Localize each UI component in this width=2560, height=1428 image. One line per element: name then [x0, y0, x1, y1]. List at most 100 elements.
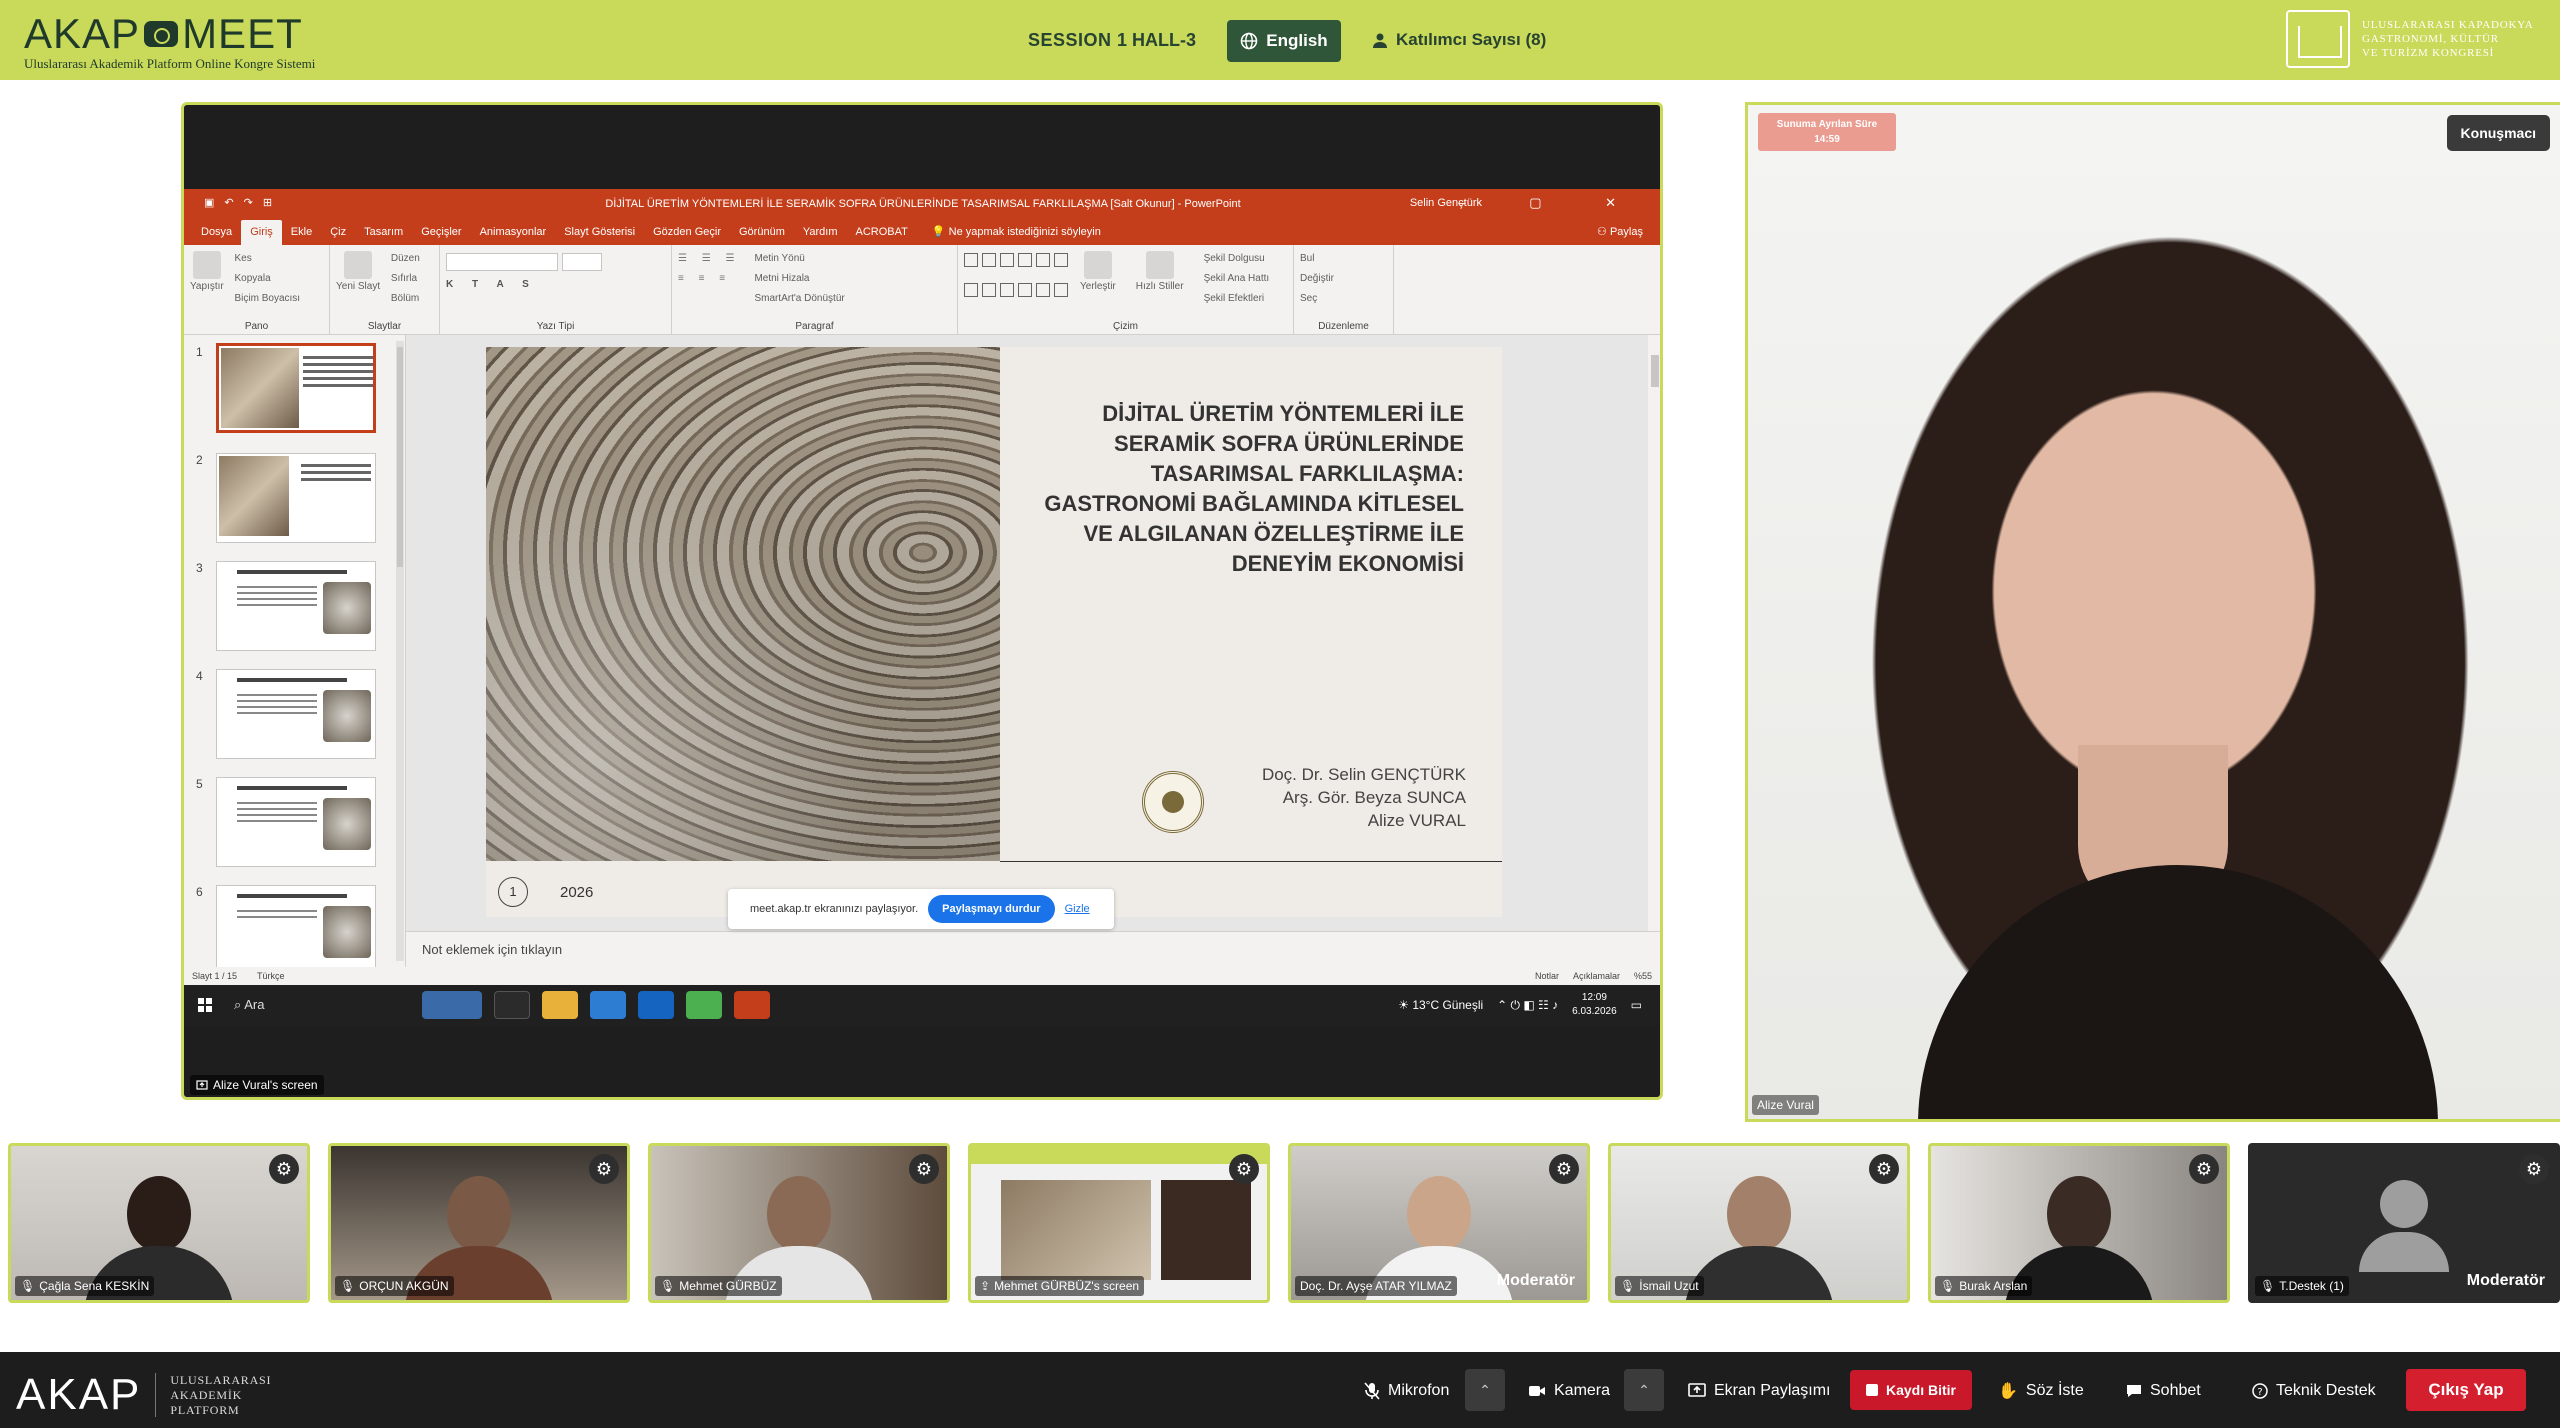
tab-ciz[interactable]: Çiz	[321, 226, 355, 245]
camera-options-chevron-icon[interactable]: ⌃	[1624, 1369, 1664, 1411]
shape-fill-button[interactable]: Şekil Dolgusu	[1204, 249, 1270, 269]
tab-slayt-gosterisi[interactable]: Slayt Gösterisi	[555, 226, 644, 245]
gear-icon[interactable]: ⚙	[1869, 1154, 1899, 1184]
tab-gorunum[interactable]: Görünüm	[730, 226, 794, 245]
arrange-button[interactable]: Yerleştir	[1080, 249, 1116, 309]
slide-thumbnail[interactable]	[216, 561, 376, 651]
proofing-language[interactable]: Türkçe	[257, 971, 285, 981]
zoom-level[interactable]: %55	[1634, 971, 1652, 981]
mic-options-chevron-icon[interactable]: ⌃	[1465, 1369, 1505, 1411]
chrome-icon[interactable]	[686, 991, 722, 1019]
shape-outline-button[interactable]: Şekil Ana Hattı	[1204, 269, 1270, 289]
slide-thumbnail[interactable]	[216, 343, 376, 433]
ppt-share-button[interactable]: ⚇ Paylaş	[1588, 225, 1652, 245]
participant-tile[interactable]: ⚙ 🎙 Mehmet GÜRBÜZ	[648, 1143, 950, 1303]
quick-access-icons[interactable]: ▣↶↷⊞	[204, 196, 282, 209]
gear-icon[interactable]: ⚙	[1549, 1154, 1579, 1184]
screen-share-panel[interactable]: ▣↶↷⊞ DİJİTAL ÜRETİM YÖNTEMLERİ İLE SERAM…	[181, 102, 1663, 1100]
gear-icon[interactable]: ⚙	[589, 1154, 619, 1184]
weather-widget[interactable]: ☀ 13°C Güneşli	[1398, 998, 1483, 1012]
tab-yardim[interactable]: Yardım	[794, 226, 847, 245]
tray-icons[interactable]: ⌃ ⏻ ◧ ☷ ♪	[1497, 998, 1558, 1013]
language-button[interactable]: English	[1227, 20, 1341, 62]
font-size-box[interactable]	[562, 253, 602, 271]
taskbar-search[interactable]: ⌕ Ara	[226, 997, 416, 1013]
slide-scrollbar[interactable]	[1648, 335, 1660, 967]
window-controls[interactable]: – ▢ ✕	[1458, 195, 1646, 211]
tech-support-button[interactable]: ? Teknik Destek	[2252, 1371, 2376, 1411]
participant-tile[interactable]: ⚙ 🎙 İsmail Uzut	[1608, 1143, 1910, 1303]
participant-tile[interactable]: ⚙ 🎙 Burak Arslan	[1928, 1143, 2230, 1303]
smartart-button[interactable]: SmartArt'a Dönüştür	[754, 289, 844, 309]
stop-sharing-button[interactable]: Paylaşmayı durdur	[928, 895, 1055, 923]
notification-icon[interactable]: ▭	[1631, 998, 1642, 1012]
stop-recording-button[interactable]: Kaydı Bitir	[1850, 1370, 1972, 1410]
participant-count[interactable]: Katılımcı Sayısı (8)	[1372, 30, 1546, 50]
slide-thumbnail[interactable]	[216, 453, 376, 543]
gear-icon[interactable]: ⚙	[269, 1154, 299, 1184]
hide-notice-link[interactable]: Gizle	[1065, 903, 1090, 915]
slide-thumbnail-pane[interactable]: 1 2 3 4 5 6	[184, 335, 406, 967]
tab-ekle[interactable]: Ekle	[282, 226, 321, 245]
screen-share-button[interactable]: Ekran Paylaşımı	[1688, 1371, 1830, 1411]
speaker-video[interactable]: Sunuma Ayrılan Süre 14:59 Konuşmacı Aliz…	[1745, 102, 2560, 1122]
tell-me-search[interactable]: 💡 Ne yapmak istediğinizi söyleyin	[923, 225, 1110, 245]
replace-button[interactable]: Değiştir	[1300, 269, 1387, 289]
font-style-buttons[interactable]: K T A S	[446, 279, 665, 290]
gear-icon[interactable]: ⚙	[2189, 1154, 2219, 1184]
layout-button[interactable]: Düzen	[391, 249, 420, 269]
shapes-gallery[interactable]	[964, 253, 1068, 309]
exit-button[interactable]: Çıkış Yap	[2406, 1369, 2526, 1411]
outlook-icon[interactable]	[638, 991, 674, 1019]
slide-editor[interactable]: DİJİTAL ÜRETİM YÖNTEMLERİ İLE SERAMİK SO…	[406, 335, 1660, 967]
participant-tile[interactable]: ⚙ 🎙 ORÇUN AKGÜN	[328, 1143, 630, 1303]
select-button[interactable]: Seç	[1300, 289, 1387, 309]
gear-icon[interactable]: ⚙	[2519, 1154, 2549, 1184]
font-name-box[interactable]	[446, 253, 558, 271]
text-direction-button[interactable]: Metin Yönü	[754, 249, 844, 269]
slide-thumbnail[interactable]	[216, 669, 376, 759]
notes-toggle[interactable]: Notlar	[1535, 971, 1559, 981]
shape-effects-button[interactable]: Şekil Efektleri	[1204, 289, 1270, 309]
section-button[interactable]: Bölüm	[391, 289, 420, 309]
current-slide[interactable]: DİJİTAL ÜRETİM YÖNTEMLERİ İLE SERAMİK SO…	[486, 347, 1502, 917]
paste-button[interactable]: Yapıştır	[190, 249, 224, 292]
chat-button[interactable]: Sohbet	[2126, 1371, 2201, 1411]
edge-icon[interactable]	[590, 991, 626, 1019]
file-explorer-icon[interactable]	[542, 991, 578, 1019]
participant-tile[interactable]: ⚙ Moderatör Doç. Dr. Ayşe ATAR YILMAZ	[1288, 1143, 1590, 1303]
tab-acrobat[interactable]: ACROBAT	[847, 226, 917, 245]
tab-gecisler[interactable]: Geçişler	[412, 226, 470, 245]
thumbnail-scrollbar[interactable]	[396, 341, 404, 961]
microphone-button[interactable]: Mikrofon	[1364, 1371, 1449, 1411]
taskbar-clock[interactable]: 12:09 6.03.2026	[1572, 991, 1617, 1019]
gear-icon[interactable]: ⚙	[909, 1154, 939, 1184]
tab-tasarim[interactable]: Tasarım	[355, 226, 412, 245]
tab-gozden-gecir[interactable]: Gözden Geçir	[644, 226, 730, 245]
cut-button[interactable]: Kes	[235, 249, 301, 269]
tab-dosya[interactable]: Dosya	[192, 226, 241, 245]
new-slide-button[interactable]: Yeni Slayt	[336, 249, 380, 292]
windows-start-icon[interactable]	[198, 998, 212, 1012]
tab-animasyonlar[interactable]: Animasyonlar	[471, 226, 556, 245]
gear-icon[interactable]: ⚙	[1229, 1154, 1259, 1184]
participant-tile[interactable]: ⚙ ⇪ Mehmet GÜRBÜZ's screen	[968, 1143, 1270, 1303]
quick-styles-button[interactable]: Hızlı Stiller	[1136, 249, 1184, 309]
task-view-icon[interactable]	[494, 991, 530, 1019]
powerpoint-taskbar-icon[interactable]	[734, 991, 770, 1019]
tab-giris[interactable]: Giriş	[241, 220, 282, 245]
raise-hand-button[interactable]: ✋ Söz İste	[1998, 1371, 2084, 1411]
notes-pane[interactable]: Not eklemek için tıklayın	[406, 931, 1660, 967]
participant-tile[interactable]: ⚙ 🎙 Çağla Sena KESKİN	[8, 1143, 310, 1303]
reset-button[interactable]: Sıfırla	[391, 269, 420, 289]
slide-thumbnail[interactable]	[216, 885, 376, 967]
format-painter-button[interactable]: Biçim Boyacısı	[235, 289, 301, 309]
paragraph-buttons[interactable]: ☰ ☰ ☰ ≡ ≡ ≡	[678, 249, 740, 309]
copy-button[interactable]: Kopyala	[235, 269, 301, 289]
comments-toggle[interactable]: Açıklamalar	[1573, 971, 1620, 981]
find-button[interactable]: Bul	[1300, 249, 1387, 269]
slide-thumbnail[interactable]	[216, 777, 376, 867]
participant-tile[interactable]: ⚙ Moderatör 🎙 T.Destek (1)	[2248, 1143, 2560, 1303]
taskbar-widget-icon[interactable]	[422, 991, 482, 1019]
camera-button[interactable]: Kamera	[1528, 1371, 1610, 1411]
